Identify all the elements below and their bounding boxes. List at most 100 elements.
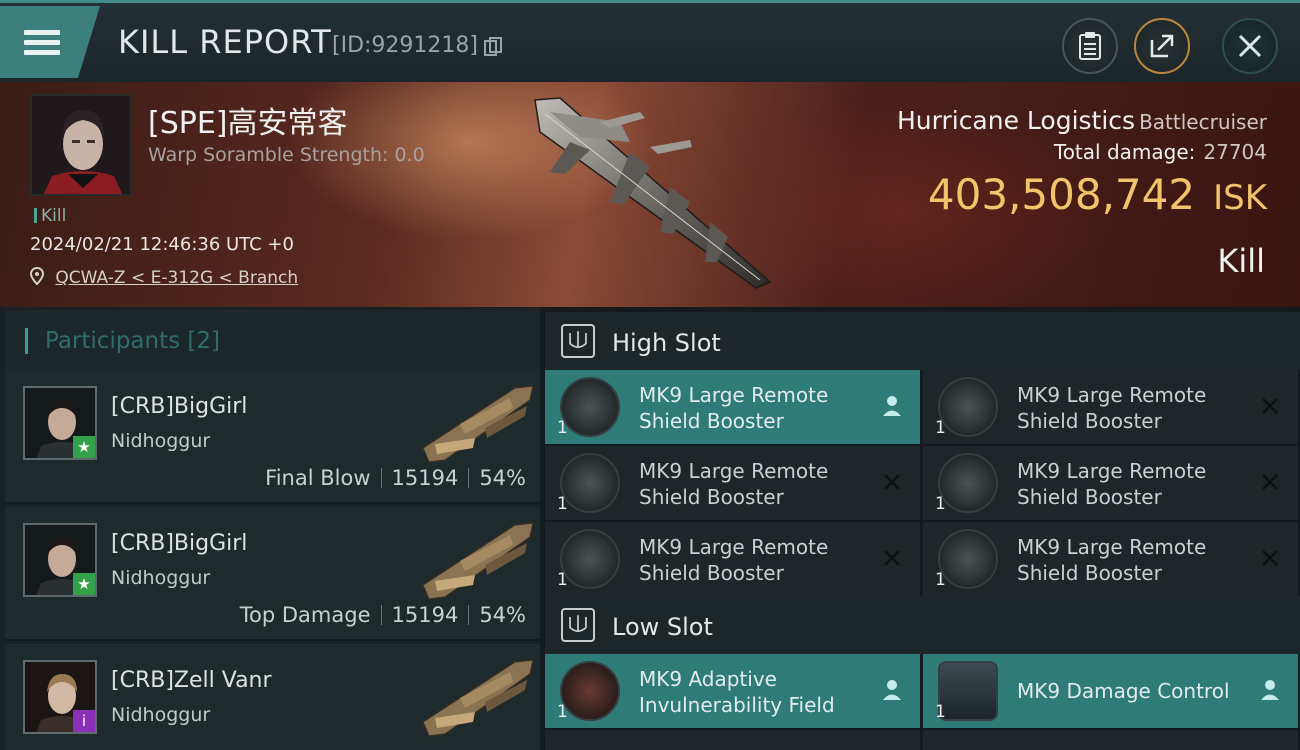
item-name: MK9 Large Remote Shield Booster: [1017, 535, 1207, 585]
high-slot-item[interactable]: 1 MK9 Large Remote Shield Booster: [923, 370, 1298, 444]
participant-name: [CRB]Zell Vanr: [111, 668, 272, 693]
close-icon: [1238, 34, 1262, 58]
total-damage-value: 27704: [1203, 140, 1267, 164]
participant-name: [CRB]BigGirl: [111, 394, 248, 419]
copy-icon[interactable]: [484, 37, 502, 57]
item-name: MK9 Large Remote Shield Booster: [639, 535, 829, 585]
participants-header: Participants [2]: [5, 310, 540, 370]
location-pin-icon: [29, 266, 45, 286]
participant-avatar[interactable]: ★: [23, 523, 97, 597]
item-quantity: 1: [935, 702, 946, 722]
low-slot-item[interactable]: [545, 730, 920, 750]
item-quantity: 1: [935, 570, 946, 590]
clipboard-icon: [1079, 32, 1101, 60]
victim-name: [SPE]高安常客: [148, 106, 348, 141]
item-name: MK9 Adaptive Invulnerability Field: [639, 667, 835, 717]
item-name: MK9 Large Remote Shield Booster: [1017, 459, 1207, 509]
location-link[interactable]: QCWA-Z < E-312G < Branch: [55, 268, 298, 288]
high-slot-item[interactable]: 1 MK9 Large Remote Shield Booster: [545, 522, 920, 596]
share-button[interactable]: [1134, 18, 1190, 74]
menu-button[interactable]: [0, 6, 100, 78]
item-quantity: 1: [935, 494, 946, 514]
kill-tag: Kill: [34, 206, 66, 226]
victim-avatar[interactable]: [30, 94, 132, 196]
damage-control-icon: [938, 661, 998, 721]
high-slot-item[interactable]: 1 MK9 Large Remote Shield Booster: [923, 446, 1298, 520]
header-accent: [25, 328, 28, 354]
kill-datetime: 2024/02/21 12:46:36 UTC +0: [30, 234, 294, 255]
participant-ship: Nidhoggur: [111, 704, 211, 726]
destroyed-x-icon: [1262, 474, 1278, 490]
ship-name: Hurricane Logistics: [896, 106, 1136, 135]
low-slot-item[interactable]: [923, 730, 1298, 750]
fitted-person-icon: [1261, 680, 1279, 700]
participant-role: Final Blow: [265, 466, 371, 490]
item-quantity: 1: [557, 570, 568, 590]
total-damage: Total damage: 27704: [1054, 140, 1267, 164]
participant-name: [CRB]BigGirl: [111, 531, 248, 556]
fitting-panel: High Slot 1 MK9 Large Remote Shield Boos…: [540, 307, 1300, 750]
high-slot-item[interactable]: 1 MK9 Large Remote Shield Booster: [923, 522, 1298, 596]
participant-ship-icon: [422, 385, 534, 463]
participant-ship-icon: [422, 659, 534, 737]
victim-portrait-icon: [32, 96, 130, 194]
participant-percent: 54%: [479, 466, 526, 490]
header-bar: KILL REPORT [ID:9291218]: [0, 0, 1300, 82]
participant-damage: 15194: [391, 466, 459, 490]
shield-booster-icon: [938, 377, 998, 437]
fitted-person-icon: [883, 396, 901, 416]
page-title: KILL REPORT: [118, 23, 332, 61]
invulnerability-field-icon: [560, 661, 620, 721]
isk-amount: 403,508,742: [927, 170, 1196, 219]
star-badge-icon: ★: [73, 436, 95, 458]
high-slot-item[interactable]: 1 MK9 Large Remote Shield Booster: [545, 370, 920, 444]
item-name: MK9 Large Remote Shield Booster: [639, 459, 829, 509]
info-badge-icon: i: [73, 710, 95, 732]
isk-unit: ISK: [1213, 178, 1267, 218]
high-slot-icon: [561, 324, 595, 358]
participant-avatar[interactable]: i: [23, 660, 97, 734]
destroyed-x-icon: [1262, 550, 1278, 566]
close-button[interactable]: [1222, 18, 1278, 74]
shield-booster-icon: [938, 453, 998, 513]
ship-title: Hurricane Logistics Battlecruiser: [897, 106, 1267, 135]
participant-ship: Nidhoggur: [111, 430, 211, 452]
participant-row[interactable]: i [CRB]Zell Vanr Nidhoggur: [5, 644, 540, 750]
hamburger-icon: [24, 25, 60, 60]
shield-booster-icon: [560, 453, 620, 513]
participant-row[interactable]: ★ [CRB]BigGirl Nidhoggur Final Blow 15194…: [5, 370, 540, 504]
participant-damage: 15194: [391, 603, 459, 627]
low-slot-header: Low Slot: [545, 596, 1300, 654]
low-slot-label: Low Slot: [612, 613, 713, 641]
participant-row[interactable]: ★ [CRB]BigGirl Nidhoggur Top Damage 15194…: [5, 507, 540, 641]
participants-panel: Participants [2] ★ [CRB]BigGirl Nidhoggu…: [0, 307, 540, 750]
clipboard-button[interactable]: [1062, 18, 1118, 74]
low-slot-icon: [561, 608, 595, 642]
item-quantity: 1: [557, 418, 568, 438]
item-quantity: 1: [557, 702, 568, 722]
destroyed-x-icon: [884, 550, 900, 566]
participant-stats: Top Damage 15194 54%: [240, 603, 526, 627]
high-slot-item[interactable]: 1 MK9 Large Remote Shield Booster: [545, 446, 920, 520]
item-quantity: 1: [557, 494, 568, 514]
destroyed-x-icon: [1262, 398, 1278, 414]
share-icon: [1150, 34, 1174, 58]
participant-role: Top Damage: [239, 603, 371, 627]
high-slot-header: High Slot: [545, 312, 1300, 370]
participants-label: Participants [2]: [45, 328, 221, 354]
victim-ship-image: [534, 97, 772, 289]
kill-location[interactable]: QCWA-Z < E-312G < Branch: [29, 266, 298, 288]
destroyed-x-icon: [884, 474, 900, 490]
ship-class: Battlecruiser: [1139, 110, 1267, 134]
participant-avatar[interactable]: ★: [23, 386, 97, 460]
item-quantity: 1: [935, 418, 946, 438]
high-slot-label: High Slot: [612, 329, 721, 357]
low-slot-item[interactable]: 1 MK9 Damage Control: [923, 654, 1298, 728]
participant-stats: Final Blow 15194 54%: [265, 466, 526, 490]
warp-scramble-strength: Warp Soramble Strength: 0.0: [148, 144, 425, 166]
report-id: [ID:9291218]: [332, 33, 478, 58]
shield-booster-icon: [560, 529, 620, 589]
low-slot-item[interactable]: 1 MK9 Adaptive Invulnerability Field: [545, 654, 920, 728]
fitted-person-icon: [883, 680, 901, 700]
shield-booster-icon: [560, 377, 620, 437]
